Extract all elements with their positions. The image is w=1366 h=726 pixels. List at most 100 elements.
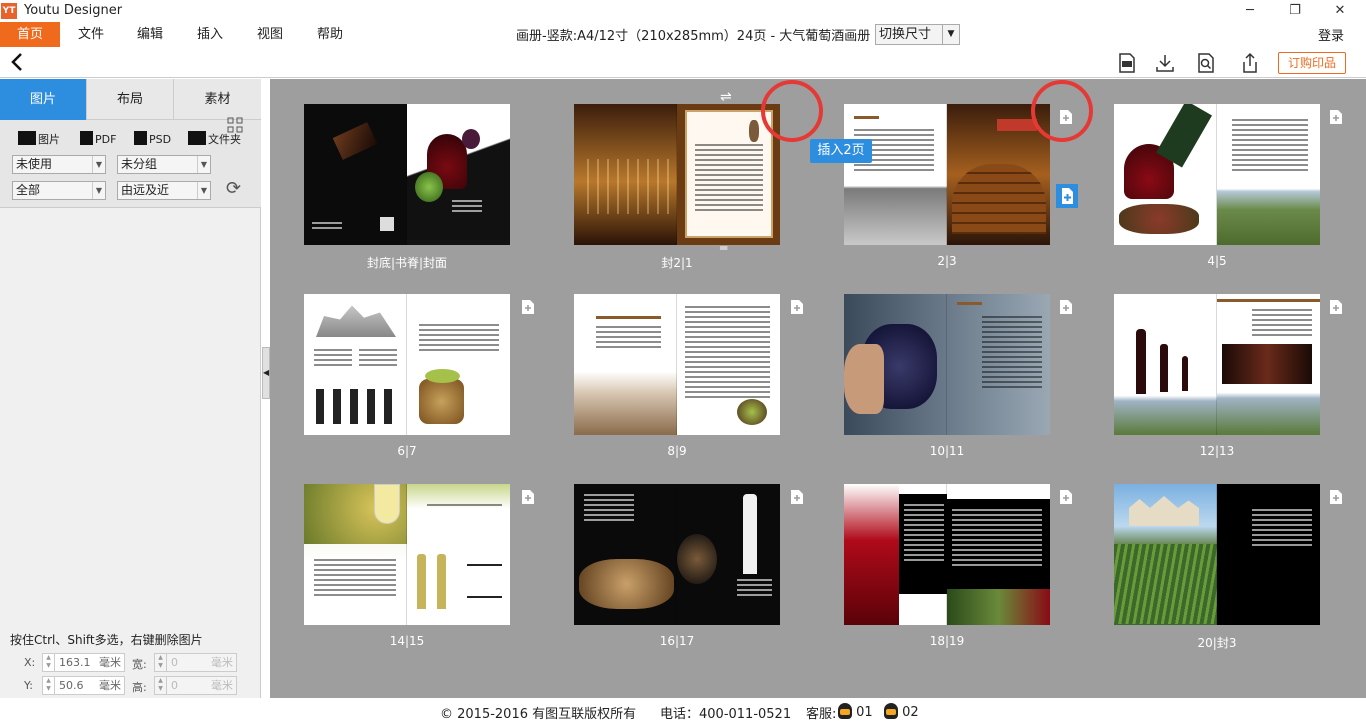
toolbar: 订购印品 bbox=[0, 48, 1366, 78]
page-thumbnail bbox=[1114, 104, 1217, 245]
document-title: 画册-竖款:A4/12寸（210x285mm）24页 - 大气葡萄酒画册 bbox=[516, 29, 871, 44]
page-spread[interactable] bbox=[1114, 484, 1320, 625]
menu-help[interactable]: 帮助 bbox=[317, 22, 343, 47]
group-filter-select[interactable]: 未分组 ▼ bbox=[117, 155, 211, 174]
tab-materials[interactable]: 素材 bbox=[174, 79, 261, 120]
filter-type-psd[interactable]: PSD bbox=[134, 130, 171, 150]
page-thumbnail bbox=[574, 104, 677, 245]
menu-insert[interactable]: 插入 bbox=[197, 22, 223, 47]
tab-images[interactable]: 图片 bbox=[0, 79, 87, 120]
chevron-left-icon[interactable] bbox=[10, 51, 24, 78]
page-thumbnail bbox=[1114, 484, 1217, 625]
page-label: 18|19 bbox=[929, 634, 965, 648]
qq-contact-1[interactable]: 01 bbox=[838, 703, 873, 720]
page-thumbnail bbox=[304, 104, 407, 245]
size-select-label: 切换尺寸 bbox=[879, 27, 932, 42]
order-prints-button[interactable]: 订购印品 bbox=[1278, 52, 1346, 74]
add-page-icon[interactable] bbox=[1059, 489, 1073, 505]
restore-button[interactable]: ❐ bbox=[1280, 1, 1310, 21]
menu-view[interactable]: 视图 bbox=[257, 22, 283, 47]
qq-contact-2[interactable]: 02 bbox=[884, 703, 919, 720]
selection-hint: 按住Ctrl、Shift多选，右键删除图片 bbox=[10, 633, 203, 647]
page-spread[interactable] bbox=[844, 104, 1050, 245]
page-thumbnail bbox=[304, 294, 407, 435]
add-page-icon[interactable] bbox=[1059, 299, 1073, 315]
page-thumbnail bbox=[407, 294, 510, 435]
add-page-icon[interactable] bbox=[790, 299, 804, 315]
page-thumbnail bbox=[1217, 104, 1320, 245]
download-icon[interactable] bbox=[1154, 52, 1176, 74]
page-spread[interactable] bbox=[574, 294, 780, 435]
page-spread[interactable] bbox=[304, 104, 510, 245]
login-link[interactable]: 登录 bbox=[1318, 25, 1344, 44]
spinner-icon: ▲ ▼ bbox=[155, 677, 167, 694]
page-spread[interactable] bbox=[574, 484, 780, 625]
spinner-icon[interactable]: ▲ ▼ bbox=[43, 677, 55, 694]
menu-home[interactable]: 首页 bbox=[0, 22, 60, 47]
page-spread[interactable] bbox=[304, 484, 510, 625]
customer-service-label: 客服: bbox=[806, 707, 837, 722]
title-bar: YT Youtu Designer ─ ❐ ✕ bbox=[0, 0, 1366, 22]
filter-type-label: PDF bbox=[95, 133, 117, 146]
page-canvas: 封底|书脊|封面 ⇌ ═ 封2|1 2|3 4|5 6|7 8|9 10|11 … bbox=[270, 79, 1366, 698]
filter-type-images[interactable]: 图片 bbox=[18, 130, 60, 150]
sort-filter-select[interactable]: 由远及近 ▼ bbox=[117, 181, 211, 200]
tab-layout[interactable]: 布局 bbox=[87, 79, 174, 120]
page-thumbnail bbox=[574, 484, 677, 625]
page-label: 2|3 bbox=[937, 254, 957, 268]
filter-type-pdf[interactable]: PDF bbox=[80, 130, 116, 150]
share-icon[interactable] bbox=[1239, 52, 1261, 74]
add-page-icon[interactable] bbox=[521, 489, 535, 505]
psd-icon bbox=[134, 131, 147, 145]
collapse-sidebar-handle[interactable]: ◀ bbox=[262, 347, 270, 399]
page-label: 6|7 bbox=[397, 444, 417, 458]
page-spread[interactable] bbox=[1114, 294, 1320, 435]
drag-handle-icon[interactable]: ═ bbox=[720, 241, 727, 255]
chevron-down-icon: ▼ bbox=[942, 25, 959, 44]
x-unit: 毫米 bbox=[99, 656, 121, 669]
grid-view-icon[interactable] bbox=[227, 117, 243, 133]
page-spread[interactable] bbox=[1114, 104, 1320, 245]
x-value: 163.1 bbox=[59, 656, 91, 669]
scope-filter-select[interactable]: 全部 ▼ bbox=[12, 181, 106, 200]
page-thumbnail bbox=[947, 484, 1050, 625]
sort-filter-value: 由远及近 bbox=[121, 183, 170, 197]
sidebar-tabs: 图片 布局 素材 bbox=[0, 79, 261, 120]
scope-filter-value: 全部 bbox=[16, 183, 41, 197]
menu-edit[interactable]: 编辑 bbox=[137, 22, 163, 47]
page-label: 20|封3 bbox=[1197, 636, 1237, 650]
page-thumbnail bbox=[304, 484, 407, 625]
qq-icon bbox=[884, 703, 898, 719]
insert-page-button[interactable] bbox=[1056, 184, 1078, 208]
highlight-circle bbox=[761, 80, 823, 142]
size-select[interactable]: 切换尺寸 ▼ bbox=[875, 24, 960, 45]
footer: © 2015-2016 有图互联版权所有 电话：400-011-0521 客服:… bbox=[0, 698, 1366, 726]
add-page-icon[interactable] bbox=[521, 299, 535, 315]
usage-filter-select[interactable]: 未使用 ▼ bbox=[12, 155, 106, 174]
page-spread[interactable] bbox=[574, 104, 780, 245]
x-input[interactable]: ▲ ▼ 163.1 毫米 bbox=[42, 653, 125, 672]
preview-icon[interactable] bbox=[1195, 52, 1217, 74]
swap-pages-icon[interactable]: ⇌ bbox=[720, 89, 732, 105]
add-page-icon[interactable] bbox=[1329, 489, 1343, 505]
filter-type-label: PSD bbox=[149, 133, 172, 146]
qq-contact-2-label: 02 bbox=[902, 705, 919, 720]
add-page-icon[interactable] bbox=[1329, 299, 1343, 315]
page-label: 封2|1 bbox=[661, 256, 693, 270]
minimize-button[interactable]: ─ bbox=[1235, 1, 1265, 21]
add-page-icon[interactable] bbox=[790, 489, 804, 505]
page-spread[interactable] bbox=[844, 294, 1050, 435]
width-input: ▲ ▼ 0 毫米 bbox=[154, 653, 237, 672]
close-button[interactable]: ✕ bbox=[1325, 1, 1355, 21]
page-label: 8|9 bbox=[667, 444, 687, 458]
menu-file[interactable]: 文件 bbox=[78, 22, 104, 47]
spinner-icon[interactable]: ▲ ▼ bbox=[43, 654, 55, 671]
document-icon[interactable] bbox=[1116, 52, 1138, 74]
page-spread[interactable] bbox=[304, 294, 510, 435]
y-input[interactable]: ▲ ▼ 50.6 毫米 bbox=[42, 676, 125, 695]
page-label: 16|17 bbox=[659, 634, 695, 648]
add-page-icon[interactable] bbox=[1329, 109, 1343, 125]
page-spread[interactable] bbox=[844, 484, 1050, 625]
refresh-icon[interactable]: ⟳ bbox=[226, 179, 241, 199]
page-thumbnail bbox=[407, 104, 510, 245]
